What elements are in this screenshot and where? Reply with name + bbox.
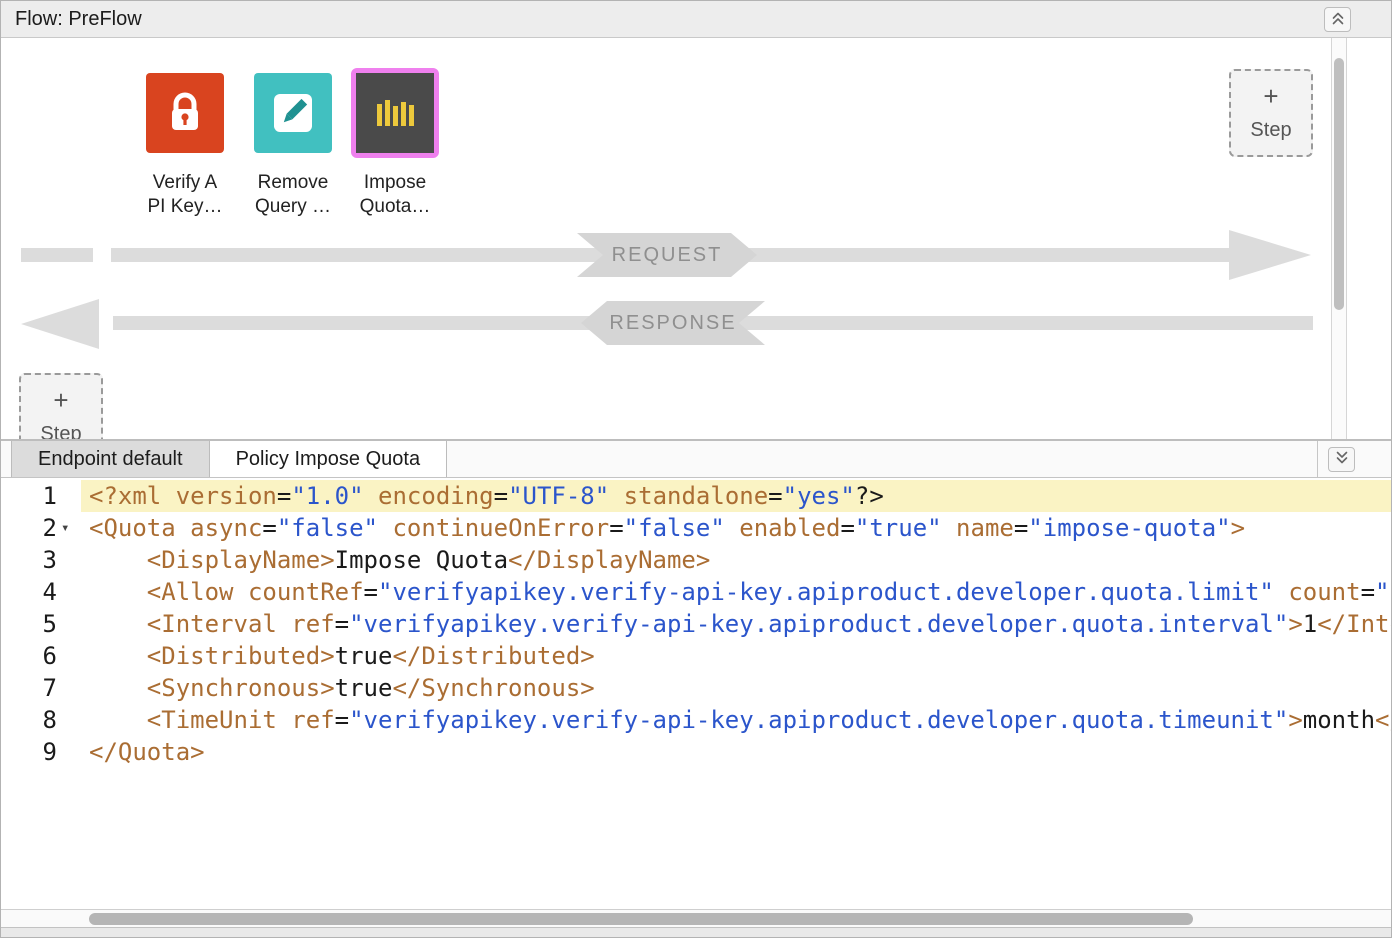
policy-label-line2: PI Key… bbox=[148, 196, 223, 217]
code-text: <Distributed>true</Distributed> bbox=[81, 640, 1391, 672]
flow-title: Flow: PreFlow bbox=[15, 1, 142, 37]
window-bottom-edge bbox=[1, 927, 1391, 937]
code-line[interactable]: 6 <Distributed>true</Distributed> bbox=[1, 640, 1391, 672]
code-line[interactable]: 2▾<Quota async="false" continueOnError="… bbox=[1, 512, 1391, 544]
line-number-gutter: 4 bbox=[1, 576, 81, 608]
code-text: </Quota> bbox=[81, 736, 1391, 768]
code-text: <TimeUnit ref="verifyapikey.verify-api-k… bbox=[81, 704, 1391, 736]
vertical-scrollbar[interactable] bbox=[1331, 38, 1347, 439]
tab-label: Endpoint default bbox=[38, 448, 183, 470]
horizontal-scrollbar[interactable] bbox=[1, 909, 1391, 927]
policy-label-line1: Verify A bbox=[153, 172, 217, 193]
code-text: <Quota async="false" continueOnError="fa… bbox=[81, 512, 1391, 544]
collapse-flow-panel-button[interactable] bbox=[1324, 7, 1351, 32]
line-number-gutter: 8 bbox=[1, 704, 81, 736]
code-text: <Allow countRef="verifyapikey.verify-api… bbox=[81, 576, 1391, 608]
double-chevron-down-icon bbox=[1334, 449, 1350, 469]
line-number: 5 bbox=[43, 608, 57, 640]
bar-chart-icon bbox=[356, 73, 434, 153]
code-line[interactable]: 8 <TimeUnit ref="verifyapikey.verify-api… bbox=[1, 704, 1391, 736]
request-label: REQUEST bbox=[577, 233, 757, 277]
line-number: 2 bbox=[43, 512, 57, 544]
tab-endpoint-default[interactable]: Endpoint default bbox=[11, 441, 210, 477]
pencil-icon bbox=[254, 73, 332, 153]
policy-label-line2: Query … bbox=[255, 196, 331, 217]
flow-panel: Flow: PreFlow Ver bbox=[1, 1, 1391, 441]
line-number-gutter: 5 bbox=[1, 608, 81, 640]
policy-label-line1: Impose bbox=[364, 172, 426, 193]
request-flow-bar-start bbox=[21, 248, 93, 262]
code-line[interactable]: 4 <Allow countRef="verifyapikey.verify-a… bbox=[1, 576, 1391, 608]
response-label-text: RESPONSE bbox=[609, 312, 736, 335]
code-text: <Interval ref="verifyapikey.verify-api-k… bbox=[81, 608, 1391, 640]
line-number-gutter: 9 bbox=[1, 736, 81, 768]
add-step-button-response[interactable]: + Step bbox=[19, 373, 103, 441]
code-text: <Synchronous>true</Synchronous> bbox=[81, 672, 1391, 704]
code-text: <DisplayName>Impose Quota</DisplayName> bbox=[81, 544, 1391, 576]
code-line[interactable]: 7 <Synchronous>true</Synchronous> bbox=[1, 672, 1391, 704]
policy-impose-quota[interactable] bbox=[351, 68, 439, 158]
code-editor[interactable]: 1 <?xml version="1.0" encoding="UTF-8" st… bbox=[1, 478, 1391, 909]
editor-tab-bar: Endpoint default Policy Impose Quota bbox=[1, 441, 1391, 478]
request-arrowhead-icon bbox=[1229, 230, 1311, 280]
line-number-gutter: 2▾ bbox=[1, 512, 81, 544]
apigee-flow-editor: Flow: PreFlow Ver bbox=[0, 0, 1392, 938]
response-label: RESPONSE bbox=[581, 301, 765, 345]
line-number: 1 bbox=[43, 480, 57, 512]
line-number: 9 bbox=[43, 736, 57, 768]
fold-marker-icon[interactable]: ▾ bbox=[61, 512, 69, 544]
policy-remove-query[interactable] bbox=[254, 73, 332, 153]
line-number: 8 bbox=[43, 704, 57, 736]
add-step-button-request[interactable]: + Step bbox=[1229, 69, 1313, 157]
vertical-scrollbar-thumb[interactable] bbox=[1334, 58, 1344, 310]
line-number: 4 bbox=[43, 576, 57, 608]
code-line[interactable]: 1 <?xml version="1.0" encoding="UTF-8" st… bbox=[1, 480, 1391, 512]
flow-canvas: Verify A PI Key… Remove Query … bbox=[1, 38, 1391, 441]
add-step-label: Step bbox=[1231, 117, 1311, 143]
policy-verify-api-key[interactable] bbox=[146, 73, 224, 153]
request-label-text: REQUEST bbox=[612, 244, 723, 267]
horizontal-scrollbar-thumb[interactable] bbox=[89, 913, 1193, 925]
line-number: 7 bbox=[43, 672, 57, 704]
response-arrowhead-icon bbox=[21, 299, 99, 349]
code-line[interactable]: 5 <Interval ref="verifyapikey.verify-api… bbox=[1, 608, 1391, 640]
line-number-gutter: 6 bbox=[1, 640, 81, 672]
policy-label-line2: Quota… bbox=[360, 196, 431, 217]
line-number-gutter: 7 bbox=[1, 672, 81, 704]
double-chevron-up-icon bbox=[1330, 10, 1346, 30]
policy-label-impose-quota: Impose Quota… bbox=[330, 171, 460, 219]
plus-icon: + bbox=[1231, 81, 1311, 111]
tab-label: Policy Impose Quota bbox=[236, 448, 421, 470]
tab-policy-impose-quota[interactable]: Policy Impose Quota bbox=[210, 441, 448, 477]
lock-icon bbox=[146, 73, 224, 153]
code-line[interactable]: 9 </Quota> bbox=[1, 736, 1391, 768]
tab-bar-right bbox=[1317, 441, 1391, 477]
add-step-label: Step bbox=[21, 421, 101, 441]
code-text: <?xml version="1.0" encoding="UTF-8" sta… bbox=[81, 480, 1391, 512]
plus-icon: + bbox=[21, 385, 101, 415]
line-number-gutter: 3 bbox=[1, 544, 81, 576]
line-number: 6 bbox=[43, 640, 57, 672]
policy-label-line1: Remove bbox=[258, 172, 329, 193]
line-number-gutter: 1 bbox=[1, 480, 81, 512]
collapse-editor-panel-button[interactable] bbox=[1328, 447, 1355, 472]
code-line[interactable]: 3 <DisplayName>Impose Quota</DisplayName… bbox=[1, 544, 1391, 576]
line-number: 3 bbox=[43, 544, 57, 576]
flow-header: Flow: PreFlow bbox=[1, 1, 1391, 38]
